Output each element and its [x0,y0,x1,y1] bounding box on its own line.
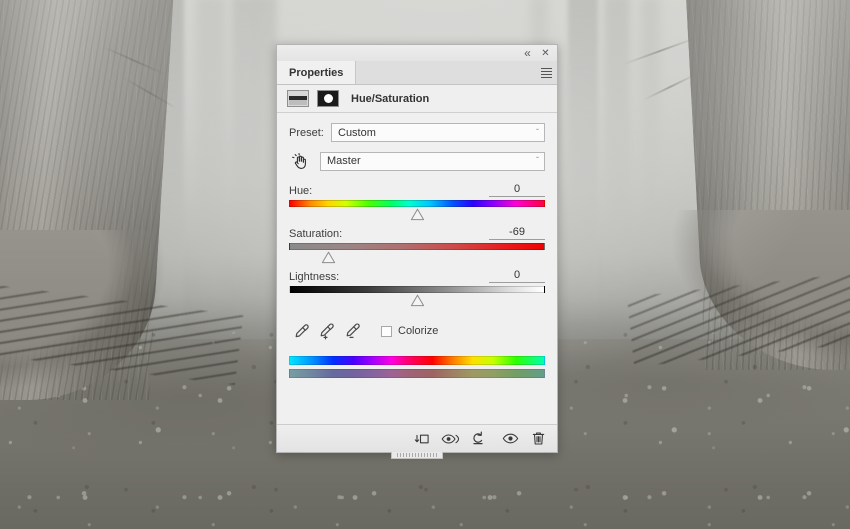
toggle-visibility-button[interactable] [497,428,523,450]
panel-footer [277,424,557,452]
panel-titlebar[interactable]: « ✕ [277,45,557,61]
slider-saturation: Saturation: -69 [289,226,545,265]
chevron-down-icon: ˇ [536,155,539,166]
slider-lightness-value[interactable]: 0 [489,269,545,283]
slider-saturation-header: Saturation: -69 [289,226,545,240]
view-previous-state-button[interactable] [437,428,463,450]
collapse-to-icons-button[interactable]: « [519,45,536,61]
colorize-checkbox[interactable] [381,325,392,337]
slider-saturation-value[interactable]: -69 [489,226,545,240]
slider-hue: Hue: 0 [289,183,545,222]
slider-lightness-thumb[interactable] [410,294,425,307]
slider-lightness-track[interactable] [289,286,545,293]
background-tree-6 [604,0,630,301]
preset-value: Custom [338,126,376,139]
adjustment-layer-thumbnail-icon[interactable] [287,90,309,107]
slider-saturation-track-wrap[interactable] [289,243,545,265]
adjustment-header: Hue/Saturation [277,85,557,113]
background-tree-5 [568,0,598,326]
tab-properties-label: Properties [289,66,344,79]
delete-button[interactable] [525,428,551,450]
eyedropper-icon[interactable] [289,320,315,342]
layer-mask-thumbnail-icon[interactable] [317,90,339,107]
panel-resize-grip[interactable] [391,452,443,459]
chevron-down-icon: ˇ [536,127,539,137]
slider-hue-track-wrap[interactable] [289,200,545,222]
panel-tabstrip[interactable]: Properties [277,61,557,85]
channel-select[interactable]: Master ˇ [320,151,545,171]
preset-select[interactable]: Custom ˇ [331,123,545,142]
preset-row: Preset: Custom ˇ [289,123,545,142]
adjustment-title: Hue/Saturation [351,92,430,105]
sample-tools-row: Colorize [289,320,545,342]
slider-hue-track[interactable] [289,200,545,207]
colorize-checkbox-row[interactable]: Colorize [381,325,438,337]
slider-saturation-track[interactable] [289,243,545,250]
panel-menu-icon [540,66,552,80]
slider-hue-value[interactable]: 0 [489,183,545,197]
preset-label: Preset: [289,126,324,139]
tab-properties[interactable]: Properties [277,61,357,84]
slider-lightness: Lightness: 0 [289,269,545,308]
slider-hue-thumb[interactable] [410,208,425,221]
slider-saturation-label: Saturation: [289,228,343,240]
slider-lightness-label: Lightness: [289,271,340,283]
background-tree-4 [255,0,277,281]
double-chevron-left-icon: « [524,46,531,60]
on-image-adjustment-hand-icon[interactable] [289,151,311,171]
result-hue-range-bar[interactable] [289,369,545,378]
hue-range-bars [289,356,545,378]
close-icon: ✕ [541,47,550,59]
channel-row: Master ˇ [289,151,545,171]
properties-panel[interactable]: « ✕ Properties Hue/Saturation Preset: Cu… [276,44,558,459]
reset-button[interactable] [465,428,491,450]
channel-value: Master [327,155,361,167]
tabstrip-filler [356,61,535,84]
colorize-label: Colorize [398,325,439,337]
slider-saturation-thumb[interactable] [321,251,336,264]
panel-body: Preset: Custom ˇ Master ˇ Hue: 0 Saturat… [277,113,557,378]
panel-menu-button[interactable] [535,61,557,84]
eyedropper-minus-icon[interactable] [341,320,367,342]
clip-to-layer-button[interactable] [409,428,435,450]
slider-hue-header: Hue: 0 [289,183,545,197]
close-panel-button[interactable]: ✕ [537,45,554,61]
eyedropper-plus-icon[interactable] [315,320,341,342]
source-hue-range-bar[interactable] [289,356,545,365]
slider-lightness-track-wrap[interactable] [289,286,545,308]
slider-lightness-header: Lightness: 0 [289,269,545,283]
slider-hue-label: Hue: [289,185,313,197]
